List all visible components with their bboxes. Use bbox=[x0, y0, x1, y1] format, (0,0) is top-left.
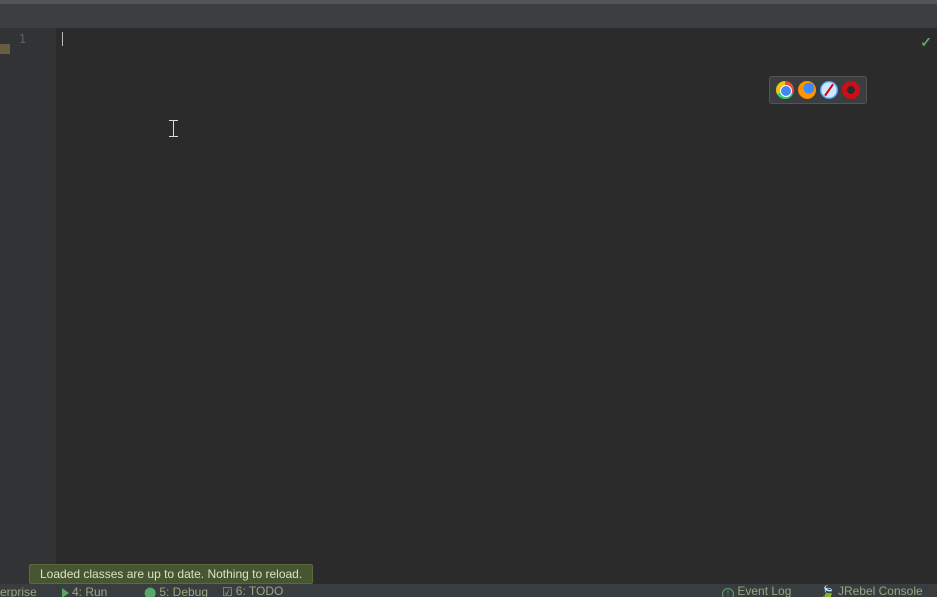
debug-label: 5: Debug bbox=[159, 585, 208, 597]
editor-gutter[interactable]: 1 bbox=[0, 28, 57, 584]
tool-window-run[interactable]: 4: Run bbox=[62, 585, 107, 597]
status-item-truncated[interactable]: erprise bbox=[0, 585, 37, 597]
ibeam-cursor-icon bbox=[169, 120, 178, 137]
tool-window-debug[interactable]: ⬤5: Debug bbox=[144, 585, 208, 597]
event-log-icon: ! bbox=[722, 588, 734, 597]
tool-window-todo[interactable]: ☑6: TODO bbox=[222, 584, 283, 597]
todo-label: 6: TODO bbox=[236, 584, 284, 597]
run-label: 4: Run bbox=[72, 585, 107, 597]
inspection-ok-icon[interactable]: ✓ bbox=[920, 34, 932, 51]
browser-preview-panel bbox=[769, 76, 867, 104]
tool-window-event-log[interactable]: ! Event Log bbox=[722, 584, 791, 597]
status-bar: erprise 4: Run ⬤5: Debug ☑6: TODO ! Even… bbox=[0, 584, 937, 597]
text-caret bbox=[62, 32, 63, 46]
safari-icon[interactable] bbox=[820, 81, 838, 99]
gutter-marker[interactable] bbox=[0, 44, 10, 54]
jrebel-label: JRebel Console bbox=[838, 584, 923, 597]
bug-icon: ⬤ bbox=[144, 586, 156, 597]
opera-icon[interactable] bbox=[842, 81, 860, 99]
code-editor[interactable] bbox=[56, 28, 903, 566]
firefox-icon[interactable] bbox=[798, 81, 816, 99]
event-log-label: Event Log bbox=[737, 584, 791, 597]
chrome-icon[interactable] bbox=[776, 81, 794, 99]
todo-icon: ☑ bbox=[222, 585, 233, 597]
right-inspection-rail[interactable]: ✓ bbox=[902, 28, 937, 584]
tool-window-jrebel[interactable]: 🍃JRebel Console bbox=[820, 584, 923, 597]
play-icon bbox=[62, 588, 69, 597]
toolbar-area bbox=[0, 4, 937, 29]
jrebel-icon: 🍃 bbox=[820, 585, 835, 597]
status-tooltip: Loaded classes are up to date. Nothing t… bbox=[29, 564, 313, 584]
